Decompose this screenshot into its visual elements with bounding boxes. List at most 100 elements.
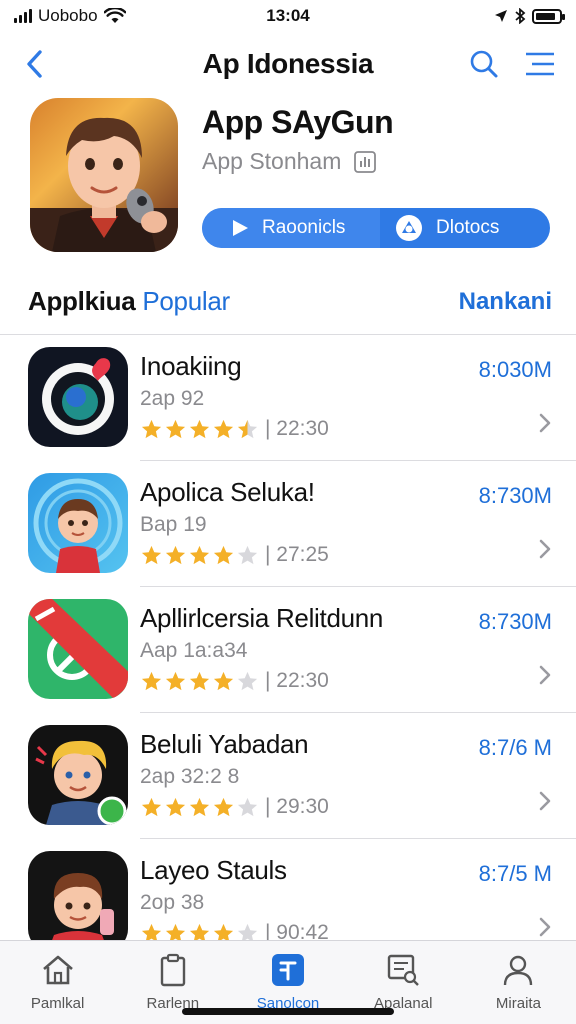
status-time: 13:04 — [266, 6, 310, 25]
star-rating — [140, 544, 259, 567]
status-right — [362, 8, 565, 24]
search-button[interactable] — [466, 46, 502, 82]
app-meta: 29:30 — [276, 795, 329, 818]
app-icon-boy-blue — [28, 473, 128, 573]
bluetooth-icon — [515, 8, 526, 24]
tab-label: Pamlkal — [30, 995, 85, 1012]
section-title: Applkiua Popular — [28, 286, 230, 317]
details-label: Dlotocs — [436, 217, 500, 238]
play-preview-button[interactable]: Raoonicls — [202, 208, 380, 248]
cartoon-boy-icon — [33, 478, 123, 573]
app-meta: 22:30 — [276, 417, 329, 440]
star-full-icon — [165, 545, 186, 564]
app-size: 8:7/5 M — [478, 861, 552, 886]
app-rating: | 22:30 — [140, 417, 329, 441]
app-subtitle: 2ap 92 — [140, 387, 205, 410]
rating-separator: | — [265, 669, 277, 692]
featured-app-subtitle: App Stonham — [202, 148, 377, 175]
app-row[interactable]: Apllirlcersia Relitdunn Aap 1a:a34 | 22:… — [0, 587, 576, 713]
app-rating: | 27:25 — [140, 543, 329, 567]
tab-profile[interactable]: Miraita — [461, 941, 576, 1024]
app-row[interactable]: Apolica Seluka! Bap 19 | 27:25 8:730M — [0, 461, 576, 587]
star-full-icon — [141, 671, 162, 690]
app-icon-green-slash — [28, 599, 128, 699]
play-preview-label: Raoonicls — [262, 217, 346, 238]
see-all-link[interactable]: Nankani — [459, 288, 552, 316]
star-full-icon — [141, 419, 162, 438]
tab-home[interactable]: Pamlkal — [0, 941, 115, 1024]
star-full-icon — [141, 545, 162, 564]
star-empty-icon — [237, 545, 258, 564]
status-bar: Uobobo 13:04 — [0, 0, 576, 32]
cartoon-blonde-boy-icon — [35, 740, 127, 825]
star-full-icon — [189, 671, 210, 690]
star-full-icon — [165, 671, 186, 690]
app-size: 8:030M — [478, 357, 552, 382]
star-half-icon — [237, 419, 258, 438]
star-full-icon — [213, 797, 234, 816]
battery-fill — [536, 12, 555, 20]
star-rating — [140, 796, 259, 819]
search-icon — [470, 50, 498, 78]
star-full-icon — [213, 671, 234, 690]
star-full-icon — [141, 797, 162, 816]
chevron-right-icon — [539, 791, 551, 811]
app-size: 8:730M — [478, 483, 552, 508]
app-row[interactable]: Beluli Yabadan 2ap 32:2 8 | 29:30 8:7/6 … — [0, 713, 576, 839]
app-rating: | 29:30 — [140, 795, 329, 819]
menu-button[interactable] — [522, 46, 558, 82]
chevron-right-icon — [539, 413, 551, 433]
star-full-icon — [189, 419, 210, 438]
section-title-accent: Popular — [142, 286, 230, 316]
star-empty-icon — [237, 797, 258, 816]
app-meta: 22:30 — [276, 669, 329, 692]
blocked-symbol-icon — [28, 599, 128, 699]
app-row[interactable]: Inoakiing 2ap 92 | 22:30 8:030M — [0, 335, 576, 461]
star-full-icon — [165, 797, 186, 816]
rating-separator: | — [265, 417, 277, 440]
carrier-label: Uobobo — [38, 6, 98, 25]
app-icon-camera — [28, 347, 128, 447]
app-subtitle: 2op 38 — [140, 891, 205, 914]
app-size: 8:7/6 M — [478, 735, 552, 760]
list-icon — [526, 52, 554, 76]
app-name: Beluli Yabadan — [140, 729, 309, 759]
home-indicator — [182, 1008, 394, 1015]
back-button[interactable] — [16, 46, 52, 82]
section-header: Applkiua Popular Nankani — [0, 284, 576, 324]
star-full-icon — [189, 797, 210, 816]
bar-chart-icon — [354, 150, 377, 173]
person-icon — [499, 951, 537, 989]
app-list: Inoakiing 2ap 92 | 22:30 8:030M Apolica … — [0, 335, 576, 965]
search-document-icon — [384, 951, 422, 989]
featured-app: App SAyGun App Stonham Raoonicls Dlotocs — [0, 98, 576, 268]
chevron-right-icon — [539, 917, 551, 937]
apps-icon — [269, 951, 307, 989]
rating-separator: | — [265, 543, 277, 566]
app-icon-boy-blonde — [28, 725, 128, 825]
chevron-right-icon — [539, 539, 551, 559]
app-name: Layeo Stauls — [140, 855, 287, 885]
chevron-right-icon — [539, 665, 551, 685]
cartoon-boy-phone-icon — [48, 873, 114, 951]
featured-actions: Raoonicls Dlotocs — [202, 208, 550, 248]
details-button[interactable]: Dlotocs — [380, 208, 550, 248]
star-full-icon — [213, 545, 234, 564]
status-left: Uobobo — [14, 6, 214, 26]
badge-icon — [396, 215, 422, 241]
signal-icon — [14, 9, 32, 23]
clipboard-icon — [154, 951, 192, 989]
app-subtitle: Aap 1a:a34 — [140, 639, 248, 662]
battery-icon — [532, 8, 565, 24]
featured-app-name: App SAyGun — [202, 104, 394, 140]
rating-separator: | — [265, 795, 277, 818]
featured-app-icon[interactable] — [30, 98, 178, 252]
star-full-icon — [213, 419, 234, 438]
home-icon — [39, 951, 77, 989]
featured-app-developer: App Stonham — [202, 148, 342, 174]
star-full-icon — [165, 419, 186, 438]
cartoon-man-microphone-icon — [30, 117, 178, 252]
app-name: Inoakiing — [140, 351, 242, 381]
app-rating: | 22:30 — [140, 669, 329, 693]
star-rating — [140, 418, 259, 441]
